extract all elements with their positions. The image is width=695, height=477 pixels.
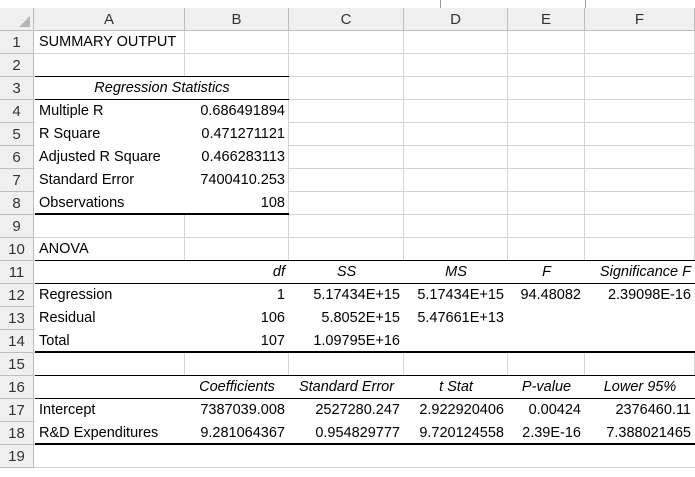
column-header-f[interactable]: F	[585, 8, 695, 31]
anova-header-ms[interactable]: MS	[404, 261, 508, 284]
row-header[interactable]: 4	[0, 100, 34, 123]
select-all-icon	[19, 16, 30, 27]
row-header[interactable]: 2	[0, 54, 34, 77]
row-header[interactable]: 16	[0, 376, 34, 399]
stat-value-standard-error[interactable]: 7400410.253	[185, 169, 289, 192]
coef-cell[interactable]: 2527280.247	[289, 399, 404, 422]
column-header-c[interactable]: C	[289, 8, 404, 31]
anova-cell[interactable]: 106	[185, 307, 289, 330]
column-header-d[interactable]: D	[404, 8, 508, 31]
row-header[interactable]: 14	[0, 330, 34, 353]
coef-header-p-value[interactable]: P-value	[508, 376, 585, 399]
stat-value-multiple-r[interactable]: 0.686491894	[185, 100, 289, 123]
row-header[interactable]: 7	[0, 169, 34, 192]
anova-header-significance-f[interactable]: Significance F	[585, 261, 695, 284]
coef-cell[interactable]: 0.954829777	[289, 422, 404, 445]
coef-cell[interactable]: 9.720124558	[404, 422, 508, 445]
anova-row-label[interactable]: Regression	[35, 284, 185, 307]
column-header-a[interactable]: A	[34, 8, 185, 31]
column-header-b[interactable]: B	[185, 8, 289, 31]
window-top-strip	[0, 0, 695, 8]
anova-cell[interactable]: 94.48082	[508, 284, 585, 307]
coef-header-t-stat[interactable]: t Stat	[404, 376, 508, 399]
row-header[interactable]: 8	[0, 192, 34, 215]
anova-row-label[interactable]: Residual	[35, 307, 185, 330]
row-header[interactable]: 17	[0, 399, 34, 422]
anova-title[interactable]: ANOVA	[35, 238, 185, 261]
coef-row-label[interactable]: Intercept	[35, 399, 185, 422]
row-header[interactable]: 1	[0, 31, 34, 54]
anova-cell[interactable]: 5.8052E+15	[289, 307, 404, 330]
anova-cell[interactable]: 2.39098E-16	[585, 284, 695, 307]
stat-label-standard-error[interactable]: Standard Error	[35, 169, 185, 192]
row-header[interactable]: 13	[0, 307, 34, 330]
coef-header-standard-error[interactable]: Standard Error	[289, 376, 404, 399]
coef-row-label[interactable]: R&D Expenditures	[35, 422, 185, 445]
coef-cell[interactable]: 2.922920406	[404, 399, 508, 422]
coef-cell[interactable]: 0.00424	[508, 399, 585, 422]
anova-header-df[interactable]: df	[185, 261, 289, 284]
coef-cell[interactable]: 9.281064367	[185, 422, 289, 445]
stat-label-adjusted-r-square[interactable]: Adjusted R Square	[35, 146, 185, 169]
coef-cell[interactable]: 2.39E-16	[508, 422, 585, 445]
anova-cell[interactable]: 5.47661E+13	[404, 307, 508, 330]
regression-statistics-header[interactable]: Regression Statistics	[35, 77, 289, 100]
row-header[interactable]: 6	[0, 146, 34, 169]
row-header[interactable]: 5	[0, 123, 34, 146]
row-header[interactable]: 10	[0, 238, 34, 261]
select-all-corner[interactable]	[0, 8, 34, 31]
row-header[interactable]: 15	[0, 353, 34, 376]
stat-value-adjusted-r-square[interactable]: 0.466283113	[185, 146, 289, 169]
anova-cell[interactable]: 1	[185, 284, 289, 307]
row-header[interactable]: 12	[0, 284, 34, 307]
column-header-e[interactable]: E	[508, 8, 585, 31]
top-divider	[585, 0, 586, 8]
coef-header-coefficients[interactable]: Coefficients	[185, 376, 289, 399]
stat-value-observations[interactable]: 108	[185, 192, 289, 215]
gridline	[34, 467, 695, 468]
anova-header-ss[interactable]: SS	[289, 261, 404, 284]
row-header[interactable]: 11	[0, 261, 34, 284]
anova-cell[interactable]: 5.17434E+15	[289, 284, 404, 307]
row-header[interactable]: 9	[0, 215, 34, 238]
stat-label-r-square[interactable]: R Square	[35, 123, 185, 146]
summary-output-title[interactable]: SUMMARY OUTPUT	[35, 31, 235, 54]
coef-cell[interactable]: 7.388021465	[585, 422, 695, 445]
stat-label-observations[interactable]: Observations	[35, 192, 185, 215]
anova-cell[interactable]: 5.17434E+15	[404, 284, 508, 307]
top-divider	[440, 0, 441, 8]
stat-label-multiple-r[interactable]: Multiple R	[35, 100, 185, 123]
row-header[interactable]: 3	[0, 77, 34, 100]
stat-value-r-square[interactable]: 0.471271121	[185, 123, 289, 146]
coef-cell[interactable]: 2376460.11	[585, 399, 695, 422]
anova-cell[interactable]: 1.09795E+16	[289, 330, 404, 353]
row-header[interactable]: 19	[0, 445, 34, 468]
anova-cell[interactable]: 107	[185, 330, 289, 353]
anova-header-f[interactable]: F	[508, 261, 585, 284]
coef-cell[interactable]: 7387039.008	[185, 399, 289, 422]
anova-row-label[interactable]: Total	[35, 330, 185, 353]
row-header[interactable]: 18	[0, 422, 34, 445]
coef-header-lower-95[interactable]: Lower 95%	[585, 376, 695, 399]
